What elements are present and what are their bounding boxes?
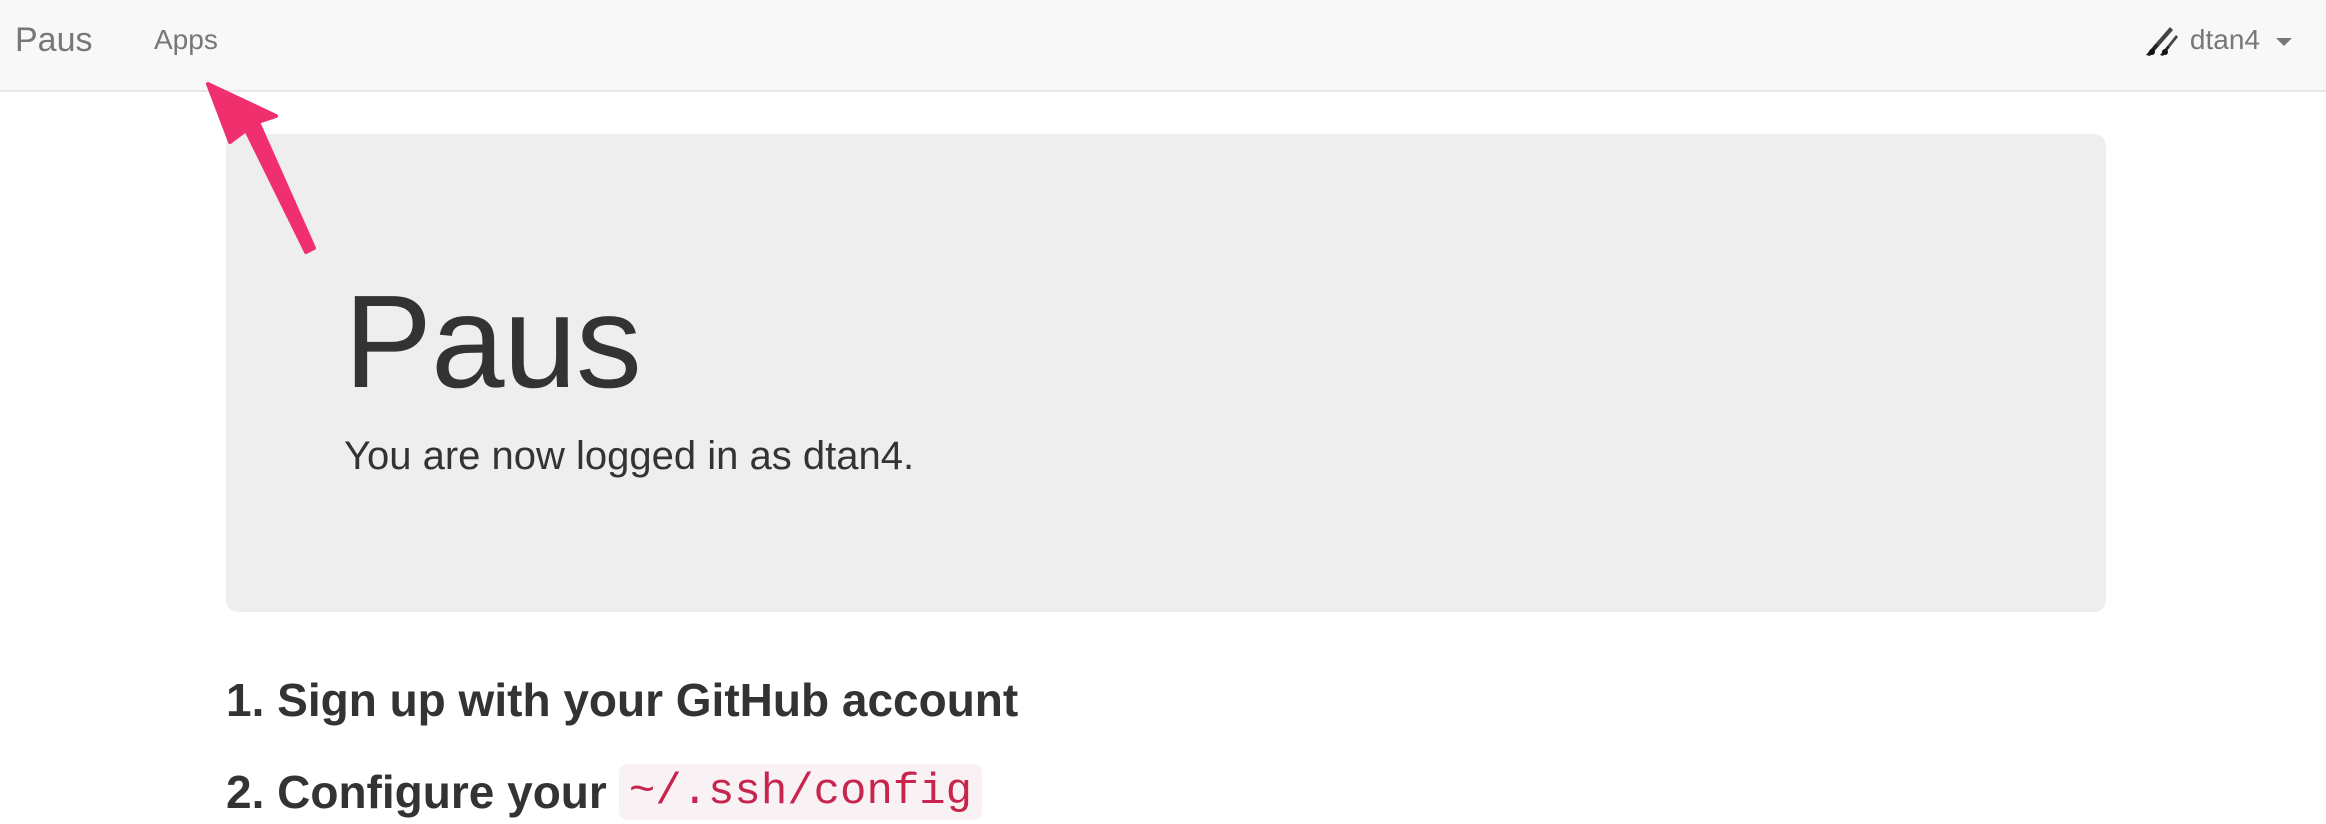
page-title: Paus xyxy=(344,268,642,415)
step-2-heading: 2. Configure your ~/.ssh/config xyxy=(226,764,983,820)
user-avatar-icon xyxy=(2142,21,2180,59)
jumbotron: Paus You are now logged in as dtan4. xyxy=(226,134,2106,612)
caret-down-icon xyxy=(2276,38,2292,46)
brand-link[interactable]: Paus xyxy=(15,18,93,62)
step-1-heading: 1. Sign up with your GitHub account xyxy=(226,674,1019,726)
login-status-text: You are now logged in as dtan4. xyxy=(344,434,915,478)
nav-link-apps[interactable]: Apps xyxy=(154,22,218,58)
user-menu-toggle[interactable]: dtan4 xyxy=(2142,20,2292,60)
user-name: dtan4 xyxy=(2189,24,2260,55)
ssh-config-path-code: ~/.ssh/config xyxy=(618,764,983,820)
navbar: Paus Apps dtan4 xyxy=(0,0,2326,92)
step-2-label: 2. Configure your xyxy=(226,766,607,818)
